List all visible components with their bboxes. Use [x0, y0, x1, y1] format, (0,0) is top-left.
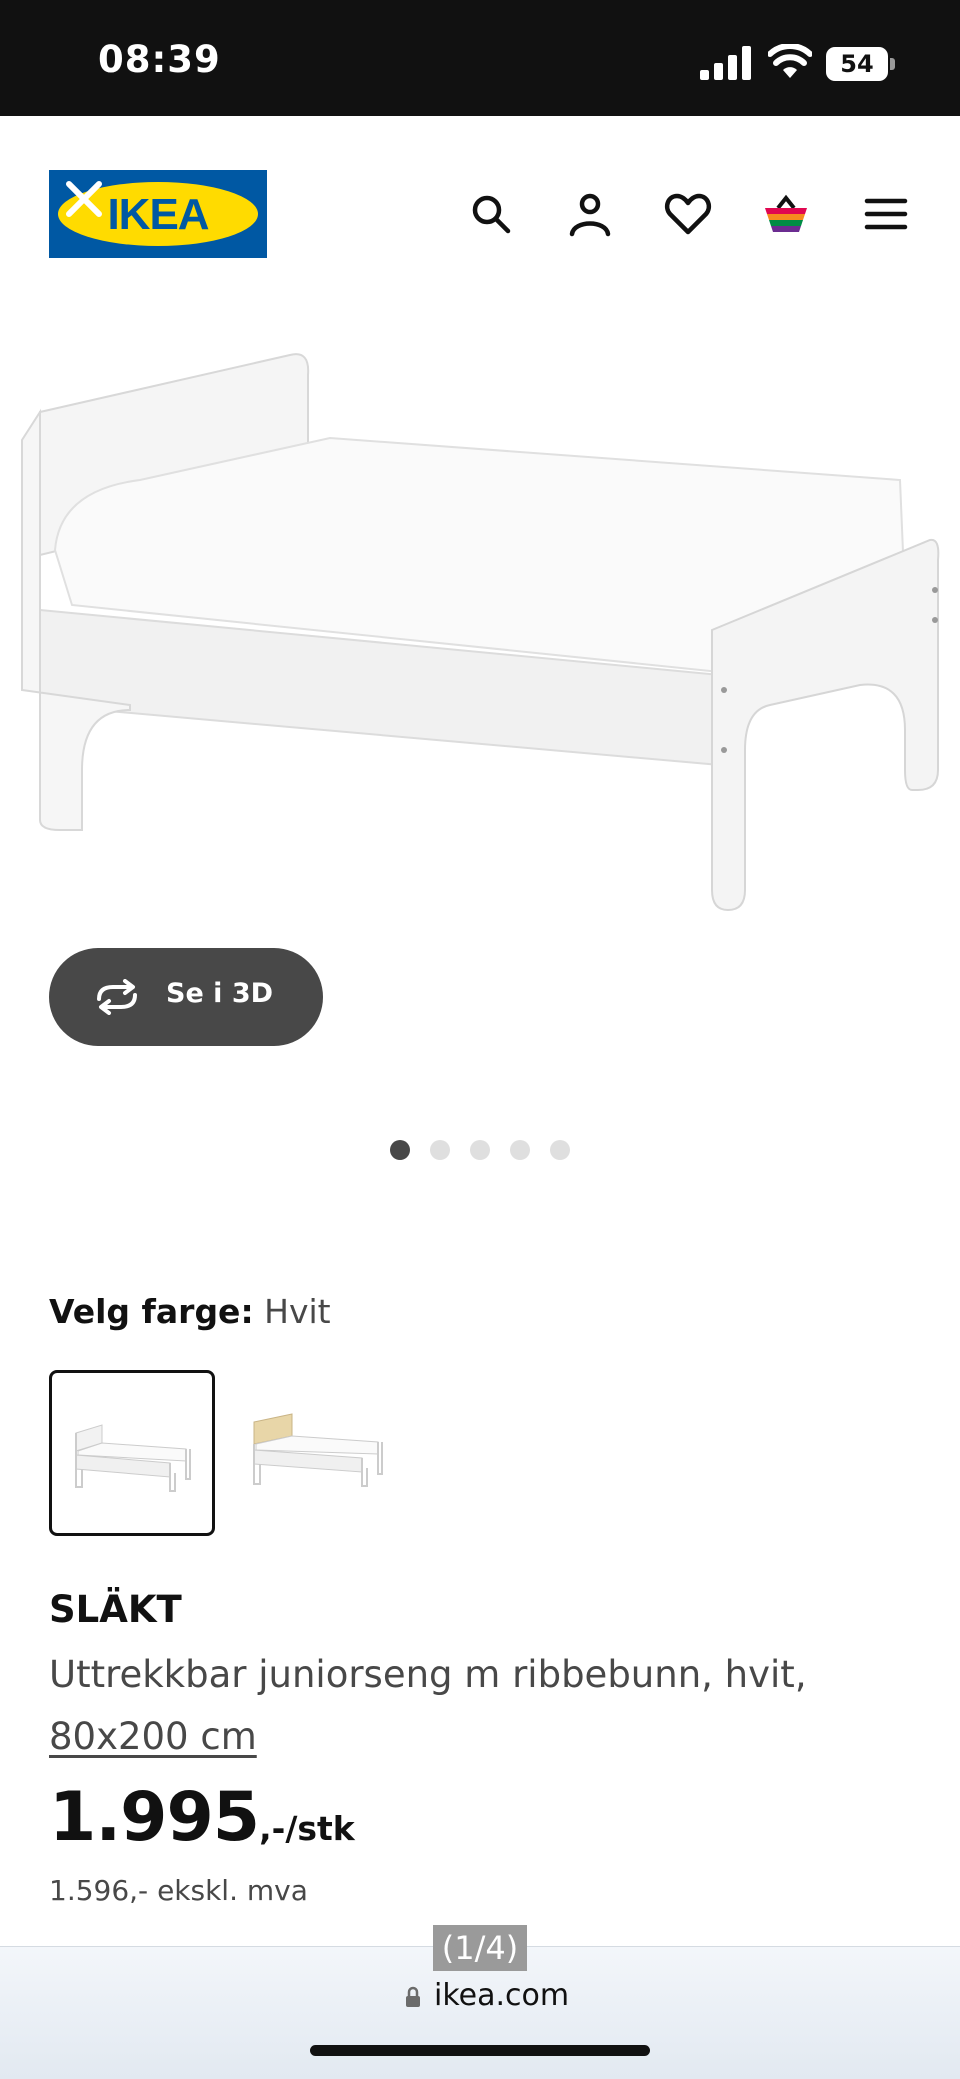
birch-bed-thumbnail: [253, 1413, 383, 1487]
cellular-signal-icon: [700, 46, 751, 80]
color-value: Hvit: [264, 1292, 331, 1331]
search-icon[interactable]: [467, 190, 515, 238]
white-bed-thumbnail: [75, 1424, 191, 1492]
basket-icon[interactable]: [762, 190, 810, 238]
bed-illustration: [21, 353, 940, 912]
color-swatch-white-birch[interactable]: [244, 1370, 410, 1536]
carousel-dot[interactable]: [470, 1140, 490, 1160]
menu-icon[interactable]: [862, 190, 910, 238]
battery-icon: 54: [826, 47, 896, 81]
wifi-icon: [768, 44, 812, 78]
profile-icon[interactable]: [566, 190, 614, 238]
product-description: Uttrekkbar juniorseng m ribbebunn, hvit,…: [49, 1644, 909, 1768]
carousel-dot[interactable]: [550, 1140, 570, 1160]
ikea-logo[interactable]: IKEA: [49, 170, 267, 258]
product-image[interactable]: [0, 330, 960, 930]
product-price: 1.995,-/stk: [49, 1778, 355, 1857]
close-icon[interactable]: [63, 178, 105, 220]
view-3d-label: Se i 3D: [166, 978, 274, 1009]
product-size-link[interactable]: 80x200 cm: [49, 1715, 257, 1758]
url-text[interactable]: ikea.com: [434, 1978, 569, 2013]
carousel-dot[interactable]: [510, 1140, 530, 1160]
product-description-text: Uttrekkbar juniorseng m ribbebunn, hvit,: [49, 1653, 807, 1696]
carousel-dots: [390, 1140, 570, 1160]
price-suffix: ,-/stk: [259, 1809, 355, 1848]
price-value: 1.995: [49, 1778, 260, 1857]
carousel-dot[interactable]: [430, 1140, 450, 1160]
color-selector-label: Velg farge: Hvit: [49, 1292, 331, 1331]
carousel-dot[interactable]: [390, 1140, 410, 1160]
rotate-icon: [97, 979, 137, 1015]
status-time: 08:39: [98, 38, 221, 81]
view-3d-button[interactable]: Se i 3D: [49, 948, 323, 1046]
home-indicator[interactable]: [310, 2045, 650, 2056]
lock-icon: [406, 1986, 420, 2007]
battery-level: 54: [840, 50, 874, 78]
image-counter: (1/4): [433, 1925, 527, 1971]
price-excl-vat: 1.596,- ekskl. mva: [49, 1874, 308, 1907]
color-label: Velg farge:: [49, 1292, 254, 1331]
color-swatch-white[interactable]: [49, 1370, 215, 1536]
product-name: SLÄKT: [49, 1588, 182, 1631]
heart-icon[interactable]: [664, 190, 712, 238]
